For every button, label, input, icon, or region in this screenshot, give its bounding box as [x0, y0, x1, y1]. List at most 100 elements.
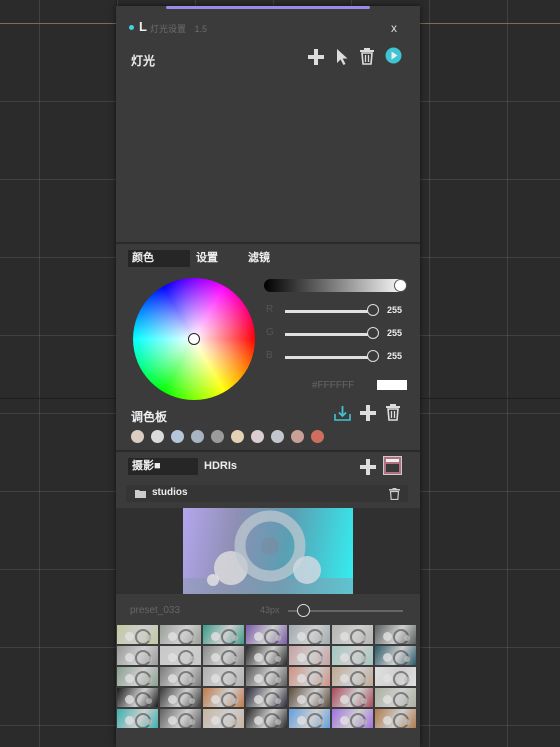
tab-hdris[interactable]: HDRIs: [204, 458, 237, 475]
panel-title-text: 灯光设置: [150, 24, 187, 34]
hdri-thumbnail[interactable]: [117, 709, 158, 728]
palette-swatch[interactable]: [191, 430, 204, 443]
hdri-thumbnail[interactable]: [246, 646, 287, 665]
hdri-thumbnail[interactable]: [160, 625, 201, 644]
brightness-knob[interactable]: [394, 279, 407, 292]
palette-label: 调色板: [131, 410, 168, 424]
hdri-thumbnail[interactable]: [203, 709, 244, 728]
lighting-panel: L 灯光设置 1.5 x 灯光 颜色 设置 滤镜 R 255 G 255 B 2…: [116, 6, 420, 747]
hdri-preview-image[interactable]: [183, 508, 353, 594]
hdri-thumbnail[interactable]: [375, 667, 416, 686]
panel-logo: L: [139, 19, 147, 34]
g-value: 255: [387, 328, 403, 338]
tab-color[interactable]: 颜色: [128, 250, 190, 267]
hdri-thumbnail[interactable]: [246, 625, 287, 644]
hdri-thumbnail[interactable]: [289, 688, 330, 707]
hdri-thumbnail[interactable]: [203, 646, 244, 665]
hdri-thumbnail[interactable]: [375, 688, 416, 707]
hdri-thumbnail[interactable]: [246, 688, 287, 707]
hdri-thumbnail[interactable]: [332, 667, 373, 686]
g-slider-knob[interactable]: [367, 327, 379, 339]
tab-photo[interactable]: 摄影■: [128, 458, 198, 475]
hdri-preview-area: [116, 508, 420, 594]
r-slider-knob[interactable]: [367, 304, 379, 316]
preset-name: preset_033: [130, 605, 181, 616]
play-render-icon[interactable]: [385, 47, 402, 64]
hdri-thumbnail[interactable]: [203, 667, 244, 686]
zoom-label: 43px: [260, 605, 280, 615]
hdri-thumbnail[interactable]: [203, 688, 244, 707]
g-slider-row: G 255: [266, 327, 411, 341]
delete-light-icon[interactable]: [359, 48, 375, 65]
divider: [116, 450, 420, 452]
b-value: 255: [387, 351, 403, 361]
panel-title: 灯光设置 1.5: [150, 22, 207, 35]
palette-swatch[interactable]: [251, 430, 264, 443]
hdri-thumbnail[interactable]: [332, 646, 373, 665]
close-button[interactable]: x: [391, 21, 397, 35]
r-label: R: [266, 304, 274, 315]
hdri-thumbnail[interactable]: [332, 625, 373, 644]
palette-swatch[interactable]: [131, 430, 144, 443]
palette-swatch[interactable]: [271, 430, 284, 443]
hdri-thumbnail[interactable]: [246, 667, 287, 686]
hdri-thumbnail[interactable]: [289, 625, 330, 644]
b-slider-knob[interactable]: [367, 350, 379, 362]
palette-swatch[interactable]: [171, 430, 184, 443]
hdri-thumbnail[interactable]: [117, 646, 158, 665]
lights-toolbar: 灯光: [116, 46, 420, 70]
palette-swatch[interactable]: [231, 430, 244, 443]
lights-heading: 灯光: [131, 54, 156, 68]
hdri-thumbnail[interactable]: [289, 709, 330, 728]
hdri-thumbnail[interactable]: [203, 625, 244, 644]
hdri-thumbnail[interactable]: [117, 625, 158, 644]
hex-value[interactable]: #FFFFFF: [312, 380, 354, 391]
select-pointer-icon[interactable]: [335, 48, 349, 66]
palette-swatch[interactable]: [291, 430, 304, 443]
add-hdri-icon[interactable]: [360, 459, 376, 475]
download-palette-icon[interactable]: [334, 405, 351, 421]
b-label: B: [266, 350, 273, 361]
delete-folder-icon[interactable]: [389, 488, 400, 500]
panel-drag-handle[interactable]: [166, 6, 370, 9]
hdri-thumbnail[interactable]: [246, 709, 287, 728]
preview-scene-icon: [183, 510, 353, 594]
hdri-thumbnail[interactable]: [160, 667, 201, 686]
hdri-thumbnail[interactable]: [375, 709, 416, 728]
hdri-thumbnail[interactable]: [160, 709, 201, 728]
hdri-thumbnail[interactable]: [375, 646, 416, 665]
color-tabs: 颜色 设置 滤镜: [128, 250, 408, 267]
tab-filter[interactable]: 滤镜: [248, 250, 270, 267]
folder-row[interactable]: studios: [126, 485, 408, 502]
hdri-thumbnail[interactable]: [160, 688, 201, 707]
add-light-icon[interactable]: [308, 49, 324, 65]
hdri-window-icon[interactable]: [383, 456, 402, 475]
palette-swatch[interactable]: [211, 430, 224, 443]
color-wheel-knob[interactable]: [188, 333, 200, 345]
color-swatch[interactable]: [377, 380, 407, 390]
tab-settings[interactable]: 设置: [196, 250, 218, 267]
delete-palette-icon[interactable]: [385, 404, 401, 421]
hdri-thumbnail[interactable]: [117, 667, 158, 686]
brightness-slider[interactable]: [264, 279, 406, 292]
panel-version: 1.5: [194, 24, 208, 34]
g-slider-track[interactable]: [285, 333, 368, 336]
hdri-thumbnail[interactable]: [332, 709, 373, 728]
folder-name: studios: [152, 487, 188, 498]
hdri-thumbnail[interactable]: [160, 646, 201, 665]
r-slider-row: R 255: [266, 304, 411, 318]
hdri-thumbnail[interactable]: [117, 688, 158, 707]
add-palette-icon[interactable]: [360, 405, 376, 421]
hdri-thumbnail[interactable]: [289, 646, 330, 665]
hdri-thumbnail[interactable]: [289, 667, 330, 686]
folder-icon: [135, 490, 146, 498]
b-slider-track[interactable]: [285, 356, 368, 359]
divider: [116, 242, 420, 244]
hdri-thumbnail[interactable]: [332, 688, 373, 707]
r-value: 255: [387, 305, 403, 315]
palette-swatch[interactable]: [311, 430, 324, 443]
palette-swatch[interactable]: [151, 430, 164, 443]
hdri-thumbnail[interactable]: [375, 625, 416, 644]
r-slider-track[interactable]: [285, 310, 368, 313]
zoom-slider-knob[interactable]: [297, 604, 311, 617]
